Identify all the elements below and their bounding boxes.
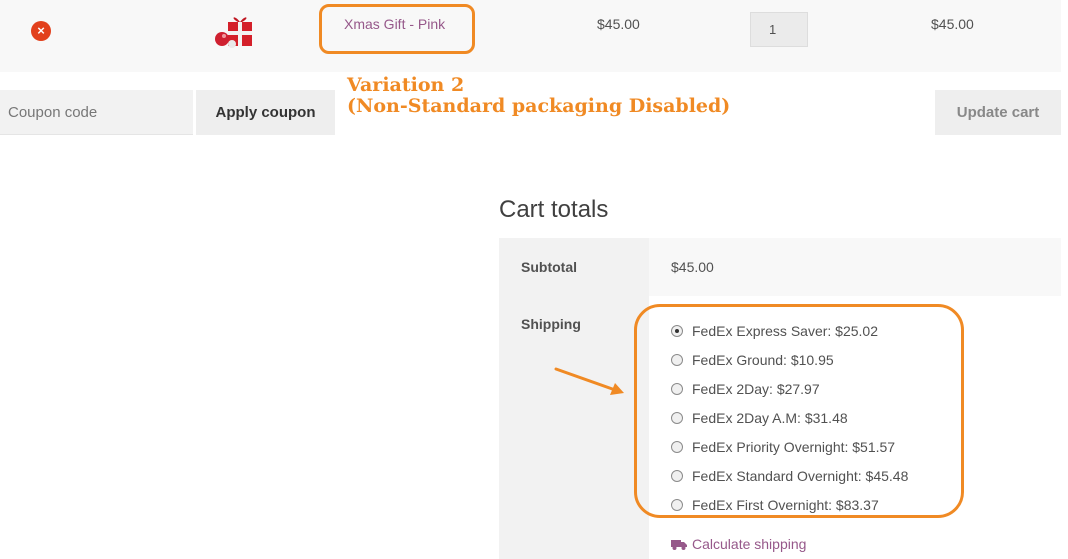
arrow-annotation — [554, 367, 624, 395]
subtotal-label: Subtotal — [521, 259, 577, 275]
subtotal-row: Subtotal $45.00 — [499, 238, 1061, 296]
annotation-line-1: Variation 2 — [347, 74, 465, 96]
coupon-code-input[interactable] — [0, 90, 193, 135]
line-total: $45.00 — [931, 16, 974, 32]
shipping-label: Shipping — [521, 316, 581, 332]
cart-totals-title: Cart totals — [499, 196, 609, 223]
annotation-text: Variation 2 (Non-Standard packaging Disa… — [347, 75, 730, 117]
truck-icon — [671, 539, 687, 550]
product-thumbnail[interactable] — [212, 12, 256, 50]
quantity-input[interactable] — [750, 12, 808, 47]
calculate-shipping-label: Calculate shipping — [692, 536, 807, 552]
remove-item-button[interactable]: × — [31, 21, 51, 41]
product-highlight-box — [319, 4, 475, 54]
shipping-highlight-box — [634, 304, 964, 518]
calculate-shipping-link[interactable]: Calculate shipping — [671, 536, 806, 552]
annotation-line-2: (Non-Standard packaging Disabled) — [347, 95, 731, 117]
update-cart-button[interactable]: Update cart — [935, 90, 1061, 135]
shipping-label-cell — [499, 296, 649, 559]
product-price: $45.00 — [597, 16, 640, 32]
apply-coupon-button[interactable]: Apply coupon — [196, 90, 335, 135]
subtotal-value: $45.00 — [671, 259, 714, 275]
cart-item-row: × Xmas Gift - Pink $45.00 $45.00 — [0, 0, 1061, 72]
